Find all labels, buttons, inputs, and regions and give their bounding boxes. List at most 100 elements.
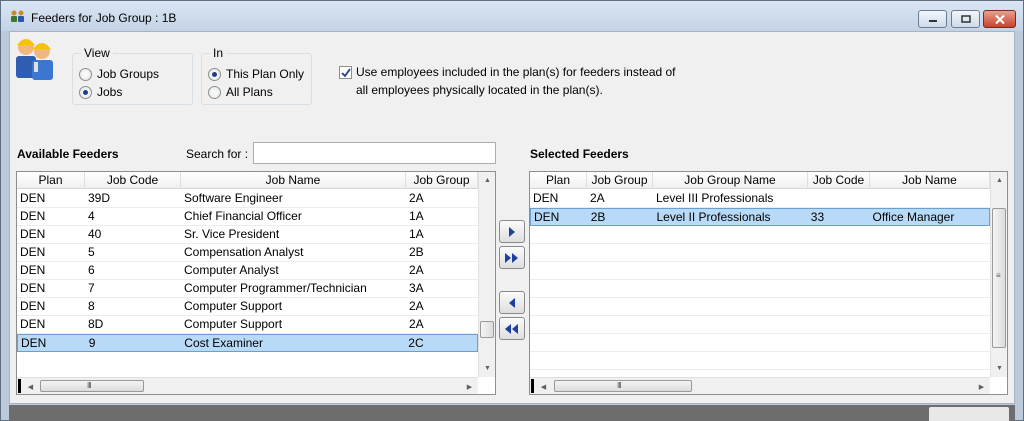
scroll-down-icon[interactable]: ▼ <box>479 360 495 377</box>
job-group-cell: 1A <box>409 209 424 223</box>
column-header-job-group[interactable]: Job Group <box>406 172 478 189</box>
job-name-cell: Chief Financial Officer <box>184 209 302 223</box>
plan-cell: DEN <box>20 209 46 223</box>
job-groups-radio[interactable] <box>79 67 92 81</box>
minimize-icon <box>928 20 937 22</box>
view-job-groups-option[interactable]: Job Groups <box>79 67 159 81</box>
table-row[interactable]: DEN 9 Cost Examiner 2C <box>17 334 478 352</box>
available-horizontal-scrollbar[interactable]: ◀ III ▶ <box>17 377 478 394</box>
plan-cell: DEN <box>533 191 559 205</box>
close-button[interactable] <box>983 10 1016 28</box>
available-vscroll-thumb[interactable] <box>480 321 494 338</box>
selected-hscroll-thumb[interactable]: III <box>554 380 692 392</box>
checkmark-icon <box>340 67 351 77</box>
table-row[interactable]: DEN 7 Computer Programmer/Technician 3A <box>17 280 478 298</box>
move-all-left-button[interactable] <box>499 317 525 340</box>
search-input[interactable] <box>253 142 496 164</box>
column-header-plan[interactable]: Plan <box>530 172 587 189</box>
column-header-job-name[interactable]: Job Name <box>870 172 990 189</box>
status-tab <box>929 407 1009 421</box>
empty-row <box>530 316 990 334</box>
table-row[interactable]: DEN 39D Software Engineer 2A <box>17 190 478 208</box>
scroll-left-icon[interactable]: ◀ <box>22 378 39 394</box>
table-row[interactable]: DEN 8 Computer Support 2A <box>17 298 478 316</box>
scroll-grip: III <box>617 381 622 390</box>
search-label: Search for : <box>186 147 249 161</box>
empty-row <box>530 226 990 244</box>
scroll-right-icon[interactable]: ▶ <box>973 378 990 394</box>
job-code-cell: 5 <box>88 245 95 259</box>
in-group-title: In <box>210 46 227 60</box>
scroll-left-icon[interactable]: ◀ <box>535 378 552 394</box>
column-header-plan[interactable]: Plan <box>17 172 85 189</box>
in-this-plan-option[interactable]: This Plan Only <box>208 67 304 81</box>
title-bar[interactable]: Feeders for Job Group : 1B <box>1 1 1023 31</box>
close-icon <box>994 14 1005 24</box>
scroll-down-icon[interactable]: ▼ <box>991 360 1007 377</box>
jobs-label: Jobs <box>97 85 123 99</box>
double-arrow-left-icon <box>505 323 518 334</box>
selected-grid-header: Plan Job Group Job Group Name Job Code J… <box>530 172 990 189</box>
in-all-plans-option[interactable]: All Plans <box>208 85 273 99</box>
empty-row <box>530 280 990 298</box>
move-left-button[interactable] <box>499 291 525 314</box>
all-plans-label: All Plans <box>226 85 273 99</box>
job-groups-label: Job Groups <box>97 67 160 81</box>
column-header-job-code[interactable]: Job Code <box>85 172 181 189</box>
table-row[interactable]: DEN 2B Level II Professionals 33 Office Mana… <box>530 208 990 226</box>
all-plans-radio[interactable] <box>208 85 221 99</box>
arrow-left-icon <box>509 297 515 308</box>
scroll-right-icon[interactable]: ▶ <box>461 378 478 394</box>
selected-horizontal-scrollbar[interactable]: ◀ III ▶ <box>530 377 990 394</box>
minimize-button[interactable] <box>918 10 947 28</box>
use-employees-checkbox[interactable] <box>339 66 352 79</box>
plan-cell: DEN <box>20 245 46 259</box>
scroll-up-icon[interactable]: ▲ <box>479 172 495 189</box>
job-code-cell: 8 <box>88 299 95 313</box>
scroll-up-icon[interactable]: ▲ <box>991 172 1007 189</box>
plan-cell: DEN <box>20 227 46 241</box>
job-group-cell: 1A <box>409 227 424 241</box>
table-row[interactable]: DEN 5 Compensation Analyst 2B <box>17 244 478 262</box>
table-row[interactable]: DEN 4 Chief Financial Officer 1A <box>17 208 478 226</box>
scroll-grip: ≡ <box>996 271 1001 280</box>
move-all-right-button[interactable] <box>499 246 525 269</box>
selected-vscroll-thumb[interactable]: ≡ <box>992 208 1006 348</box>
job-name-cell: Compensation Analyst <box>184 245 304 259</box>
table-row[interactable]: DEN 2A Level III Professionals <box>530 190 990 208</box>
job-code-cell: 7 <box>88 281 95 295</box>
move-right-button[interactable] <box>499 220 525 243</box>
selected-vertical-scrollbar[interactable]: ▲ ≡ ▼ <box>990 172 1007 377</box>
table-row[interactable]: DEN 40 Sr. Vice President 1A <box>17 226 478 244</box>
people-group-icon <box>11 10 24 22</box>
plan-cell: DEN <box>20 281 46 295</box>
job-group-cell: 2A <box>409 299 424 313</box>
job-group-cell: 3A <box>409 281 424 295</box>
empty-row <box>530 244 990 262</box>
client-area: View Job Groups Jobs In This Plan Only A… <box>9 31 1015 404</box>
column-header-job-group[interactable]: Job Group <box>587 172 653 189</box>
plan-cell: DEN <box>534 210 560 224</box>
table-row[interactable]: DEN 8D Computer Support 2A <box>17 316 478 334</box>
arrow-right-icon <box>509 226 515 237</box>
column-header-job-code[interactable]: Job Code <box>808 172 870 189</box>
available-hscroll-thumb[interactable]: III <box>40 380 144 392</box>
job-group-name-cell: Level III Professionals <box>656 191 774 205</box>
maximize-button[interactable] <box>951 10 980 28</box>
workers-icon <box>16 39 53 80</box>
view-group: View Job Groups Jobs <box>72 46 193 105</box>
plan-cell: DEN <box>21 336 47 350</box>
column-header-job-group-name[interactable]: Job Group Name <box>653 172 808 189</box>
available-feeders-grid: Plan Job Code Job Name Job Group DEN 39D S… <box>16 171 496 395</box>
use-employees-line2: all employees physically located in the … <box>356 83 603 97</box>
this-plan-only-radio[interactable] <box>208 67 221 81</box>
jobs-radio[interactable] <box>79 85 92 99</box>
view-jobs-option[interactable]: Jobs <box>79 85 122 99</box>
available-feeders-label: Available Feeders <box>17 147 119 161</box>
frozen-column-marker <box>531 379 534 393</box>
table-row[interactable]: DEN 6 Computer Analyst 2A <box>17 262 478 280</box>
empty-row <box>530 262 990 280</box>
column-header-job-name[interactable]: Job Name <box>181 172 406 189</box>
plan-cell: DEN <box>20 299 46 313</box>
available-vertical-scrollbar[interactable]: ▲ ▼ <box>478 172 495 377</box>
